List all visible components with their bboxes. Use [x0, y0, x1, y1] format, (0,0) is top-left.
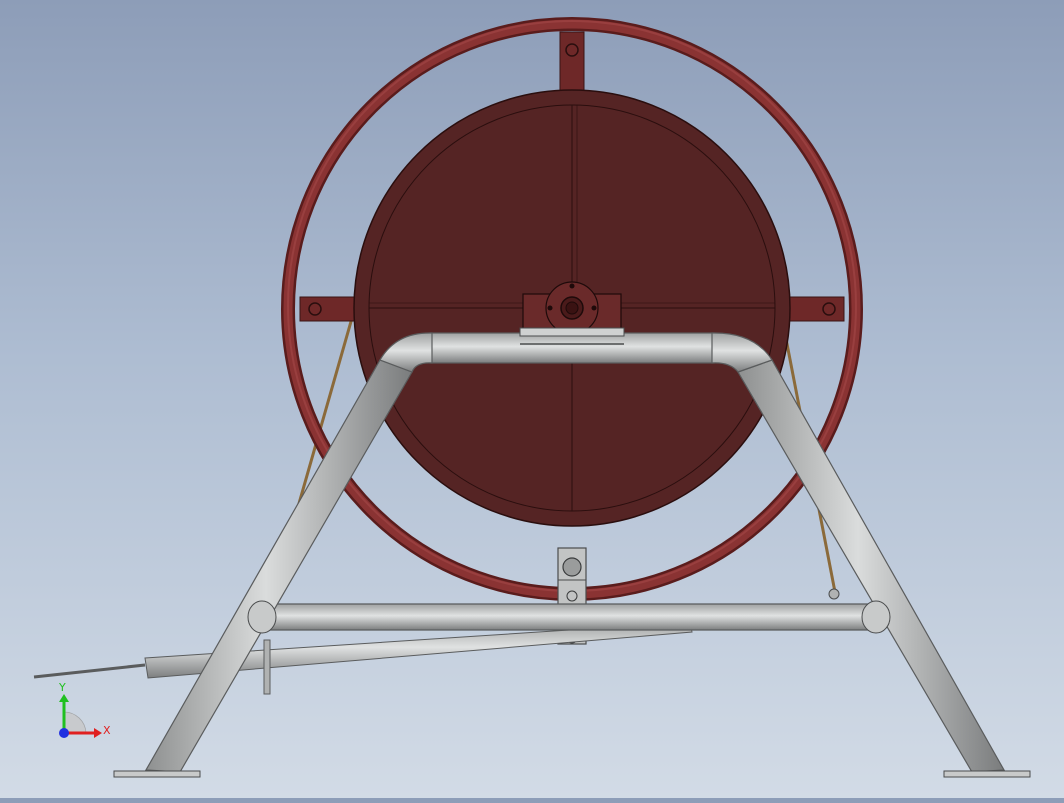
y-axis-label: Y — [58, 681, 66, 694]
foot-plates — [113, 770, 1031, 778]
coordinate-triad[interactable]: X Y — [58, 681, 111, 738]
cad-viewport[interactable]: X Y — [0, 0, 1064, 798]
hose-reel-drawing: X Y — [33, 17, 1031, 778]
side-drag-pipe — [33, 621, 693, 695]
z-axis-dot — [59, 728, 69, 738]
cross-tube — [251, 603, 889, 631]
x-axis-label: X — [103, 724, 111, 737]
